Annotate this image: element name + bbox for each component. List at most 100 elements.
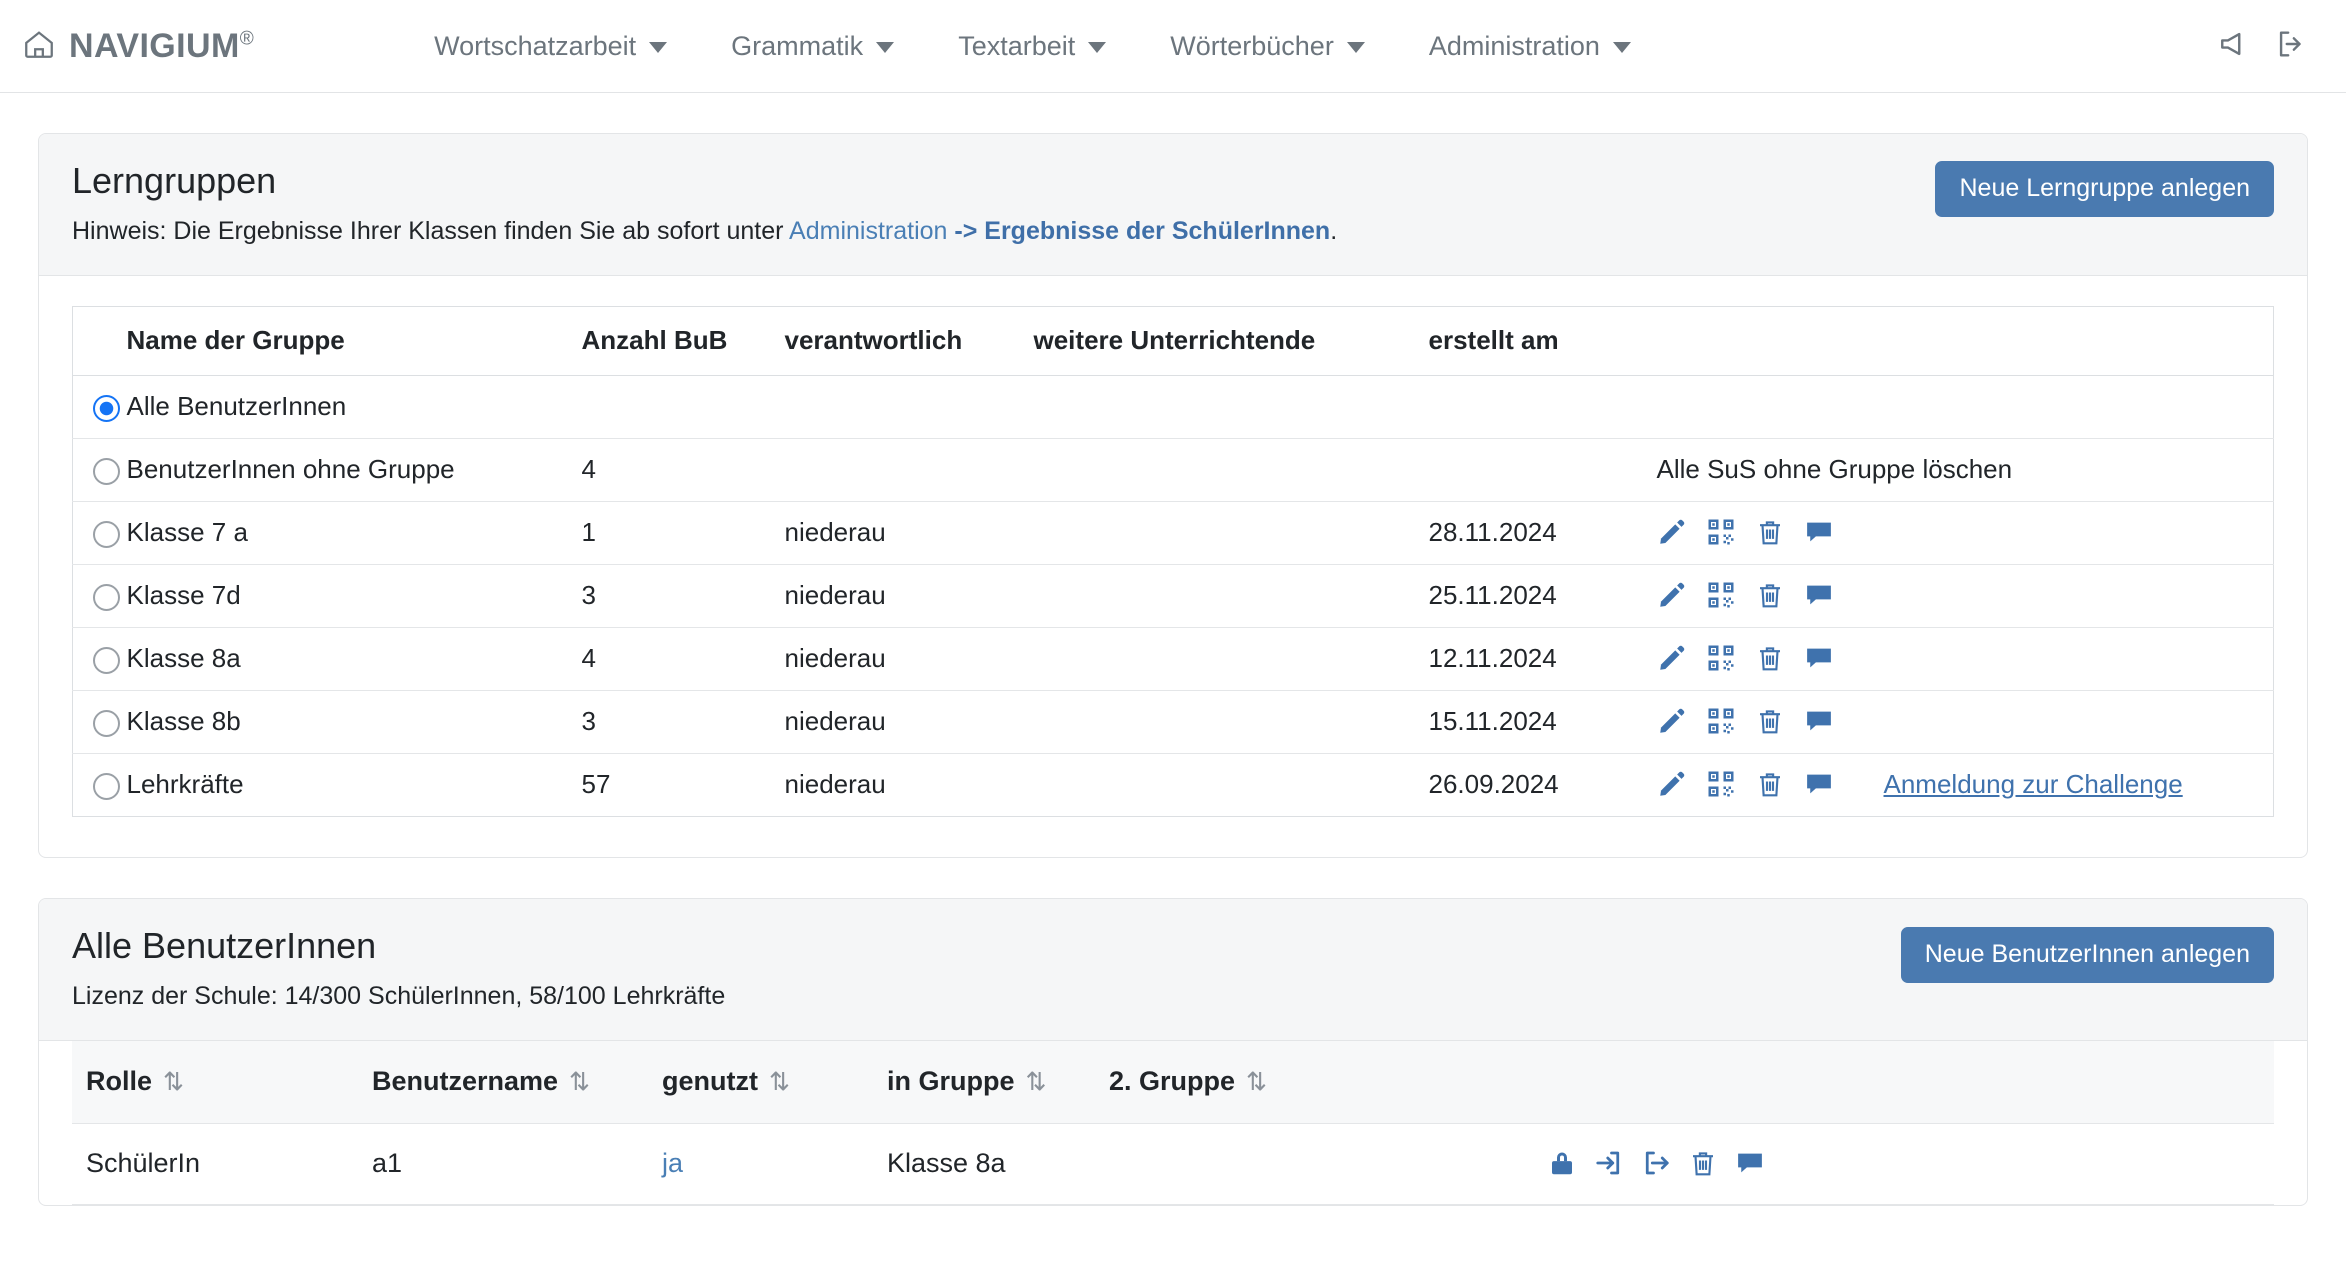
new-benutzerinnen-button[interactable]: Neue BenutzerInnen anlegen [1900, 926, 2274, 983]
trash-icon[interactable] [1755, 706, 1785, 736]
brand-logo[interactable]: NAVIGIUM® [22, 27, 254, 66]
group-radio[interactable] [93, 709, 120, 737]
table-row[interactable]: Lehrkräfte 57 niederau 26.09.2024 Anmeld… [73, 753, 2274, 816]
sort-icon[interactable]: ⇅ [163, 1068, 184, 1096]
brand-name: NAVIGIUM® [69, 26, 255, 65]
comment-icon[interactable] [1804, 517, 1834, 547]
group-radio[interactable] [93, 394, 120, 422]
login-icon[interactable] [1594, 1148, 1624, 1178]
challenge-signup-link[interactable]: Anmeldung zur Challenge [1884, 769, 2183, 800]
sort-icon[interactable]: ⇅ [1026, 1068, 1047, 1096]
qrcode-icon[interactable] [1706, 706, 1736, 736]
table-row[interactable]: Klasse 7d 3 niederau 25.11.2024 [72, 564, 2274, 628]
table-row[interactable]: Alle BenutzerInnen [72, 375, 2274, 439]
pencil-icon[interactable] [1657, 643, 1687, 673]
administration-link[interactable]: Administration [789, 217, 947, 245]
new-lerngruppe-button[interactable]: Neue Lerngruppe anlegen [1935, 161, 2274, 217]
delete-all-ungrouped-action[interactable]: Alle SuS ohne Gruppe löschen [1656, 438, 2274, 502]
group-responsible: niederau [784, 627, 1034, 691]
table-header-row: Rolle ⇅ Benutzername ⇅ genutzt ⇅ in Gruppe ⇅… [72, 1040, 2274, 1124]
qrcode-icon[interactable] [1706, 517, 1736, 547]
row-radio-cell[interactable] [73, 753, 127, 816]
lock-icon[interactable] [1547, 1148, 1577, 1178]
ergebnisse-link[interactable]: -> Ergebnisse der SchülerInnen [947, 217, 1330, 245]
pencil-icon[interactable] [1657, 517, 1687, 547]
group-actions [1656, 564, 2274, 628]
trash-icon[interactable] [1755, 643, 1785, 673]
nav-item-woerterbuecher[interactable]: Wörterbücher [1138, 21, 1397, 72]
col-header-genutzt[interactable]: genutzt ⇅ [662, 1040, 887, 1124]
pencil-icon[interactable] [1657, 580, 1687, 610]
lerngruppen-panel: Lerngruppen Hinweis: Die Ergebnisse Ihre… [38, 133, 2308, 858]
group-responsible: niederau [784, 501, 1034, 565]
comment-icon[interactable] [1804, 706, 1834, 736]
row-radio-cell[interactable] [72, 501, 127, 565]
table-row[interactable]: Klasse 8a 4 niederau 12.11.2024 [72, 627, 2274, 691]
group-radio[interactable] [93, 646, 120, 674]
qrcode-icon[interactable] [1706, 769, 1736, 799]
trash-icon[interactable] [1755, 580, 1785, 610]
row-radio-cell[interactable] [72, 564, 127, 628]
col-header-in-gruppe[interactable]: in Gruppe ⇅ [887, 1040, 1109, 1124]
table-row[interactable]: Klasse 8b 3 niederau 15.11.2024 [72, 690, 2274, 754]
benutzerinnen-panel-header: Alle BenutzerInnen Lizenz der Schule: 14… [39, 898, 2307, 1041]
qrcode-icon[interactable] [1706, 643, 1736, 673]
lerngruppen-panel-body: Name der Gruppe Anzahl BuB verantwortlic… [39, 276, 2307, 857]
pencil-icon[interactable] [1657, 769, 1687, 799]
nav-item-wortschatzarbeit[interactable]: Wortschatzarbeit [402, 21, 699, 72]
sort-icon[interactable]: ⇅ [569, 1068, 590, 1096]
table-row[interactable]: SchülerIn a1 ja Klasse 8a [72, 1123, 2274, 1205]
logout-icon[interactable] [2274, 27, 2308, 66]
group-count: 4 [581, 627, 785, 691]
col-header-benutzername[interactable]: Benutzername ⇅ [372, 1040, 662, 1124]
user-group1: Klasse 8a [887, 1123, 1109, 1205]
group-responsible [784, 438, 1034, 502]
used-link[interactable]: ja [662, 1148, 683, 1178]
table-header-row: Name der Gruppe Anzahl BuB verantwortlic… [72, 306, 2274, 376]
qrcode-icon[interactable] [1706, 580, 1736, 610]
nav-item-grammatik[interactable]: Grammatik [699, 21, 926, 72]
nav-item-textarbeit[interactable]: Textarbeit [926, 21, 1138, 72]
col-header-2-gruppe[interactable]: 2. Gruppe ⇅ [1109, 1040, 1529, 1124]
row-radio-cell[interactable] [72, 690, 127, 754]
trash-icon[interactable] [1755, 769, 1785, 799]
megaphone-icon[interactable] [2218, 27, 2252, 66]
comment-icon[interactable] [1735, 1148, 1765, 1178]
row-radio-cell[interactable] [72, 627, 127, 691]
col-label: in Gruppe [887, 1065, 1015, 1096]
chevron-down-icon [649, 42, 668, 53]
comment-icon[interactable] [1804, 769, 1834, 799]
row-radio-cell[interactable] [72, 375, 127, 439]
group-name: Lehrkräfte [126, 768, 244, 799]
group-more-teachers [1034, 753, 1429, 816]
group-radio[interactable] [93, 583, 120, 611]
trash-icon[interactable] [1688, 1148, 1718, 1178]
row-radio-cell[interactable] [72, 438, 127, 502]
nav-item-administration[interactable]: Administration [1397, 21, 1663, 72]
trash-icon[interactable] [1755, 517, 1785, 547]
comment-icon[interactable] [1804, 580, 1834, 610]
group-radio[interactable] [93, 520, 120, 548]
table-row[interactable]: BenutzerInnen ohne Gruppe 4 Alle SuS ohn… [72, 438, 2274, 502]
group-created: 12.11.2024 [1428, 627, 1657, 691]
group-radio[interactable] [93, 772, 120, 800]
group-radio[interactable] [93, 457, 120, 485]
comment-icon[interactable] [1804, 643, 1834, 673]
user-used: ja [662, 1123, 887, 1205]
user-actions [1529, 1123, 2274, 1205]
table-row[interactable]: Klasse 7 a 1 niederau 28.11.2024 [72, 501, 2274, 565]
group-created: 25.11.2024 [1428, 564, 1657, 628]
logout-icon[interactable] [1641, 1148, 1671, 1178]
pencil-icon[interactable] [1657, 706, 1687, 736]
group-actions [1656, 627, 2274, 691]
sort-icon[interactable]: ⇅ [769, 1068, 790, 1096]
benutzerinnen-panel: Alle BenutzerInnen Lizenz der Schule: 14… [38, 897, 2308, 1206]
sort-icon[interactable]: ⇅ [1246, 1068, 1267, 1096]
col-label: 2. Gruppe [1109, 1065, 1236, 1096]
nav-label: Administration [1428, 30, 1600, 61]
group-responsible: niederau [784, 564, 1034, 628]
group-responsible [784, 375, 1034, 439]
chevron-down-icon [1612, 42, 1631, 53]
col-header-rolle[interactable]: Rolle ⇅ [72, 1040, 372, 1124]
chevron-down-icon [1346, 42, 1365, 53]
